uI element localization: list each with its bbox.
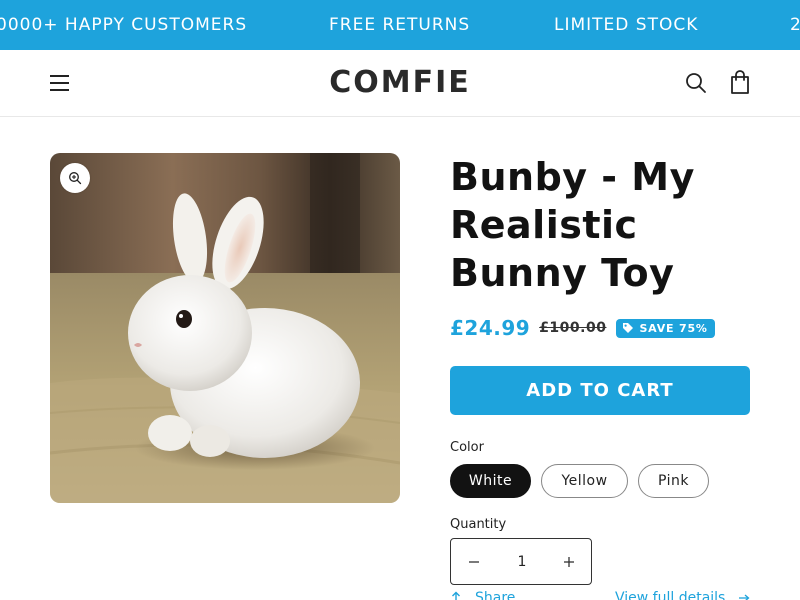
product-title: Bunby - My Realistic Bunny Toy	[450, 155, 695, 295]
search-button[interactable]	[683, 70, 709, 96]
site-header: COMFIE	[0, 50, 800, 117]
compare-price: £100.00	[539, 320, 607, 336]
color-label: Color	[450, 440, 484, 455]
cart-button[interactable]	[727, 68, 753, 96]
color-option-white[interactable]: White	[450, 464, 531, 498]
tag-icon	[623, 323, 634, 333]
quantity-label: Quantity	[450, 517, 507, 532]
announcement-bar: 0000+ HAPPY CUSTOMERS FREE RETURNS LIMIT…	[0, 0, 800, 50]
quantity-decrease-button[interactable]	[461, 549, 487, 575]
share-label: Share	[475, 590, 516, 600]
announcement-limited-stock: LIMITED STOCK	[554, 15, 699, 35]
shopping-bag-icon	[731, 70, 749, 94]
zoom-button[interactable]	[60, 163, 90, 193]
price-row: £24.99 £100.00 SAVE 75%	[450, 314, 715, 342]
add-to-cart-button[interactable]: ADD TO CART	[450, 366, 750, 415]
menu-icon-line	[50, 82, 69, 84]
announcement-free-returns: FREE RETURNS	[329, 15, 471, 35]
view-details-label: View full details	[615, 590, 726, 600]
zoom-icon	[69, 172, 82, 185]
sale-badge-label: SAVE 75%	[639, 321, 708, 335]
search-icon	[686, 73, 706, 93]
store-logo[interactable]: COMFIE	[0, 64, 800, 102]
menu-icon-line	[50, 89, 69, 91]
bunny-photo	[50, 153, 400, 503]
color-option-yellow[interactable]: Yellow	[541, 464, 628, 498]
quantity-input[interactable]	[499, 551, 545, 573]
product-image[interactable]	[50, 153, 400, 503]
color-option-pink[interactable]: Pink	[638, 464, 709, 498]
share-button[interactable]: Share	[450, 588, 515, 600]
plus-icon	[564, 557, 574, 567]
announcement-happy-customers: 0000+ HAPPY CUSTOMERS	[0, 15, 248, 35]
share-icon	[452, 591, 460, 600]
quantity-increase-button[interactable]	[556, 549, 582, 575]
minus-icon	[469, 561, 479, 563]
menu-button[interactable]	[48, 70, 72, 96]
sale-badge: SAVE 75%	[616, 318, 715, 338]
announcement-next: 2	[790, 15, 800, 35]
view-details-link[interactable]: View full details	[615, 588, 750, 600]
arrow-right-icon	[739, 594, 750, 600]
sale-price: £24.99	[450, 316, 531, 340]
menu-icon	[50, 75, 69, 77]
quantity-stepper	[450, 538, 592, 585]
